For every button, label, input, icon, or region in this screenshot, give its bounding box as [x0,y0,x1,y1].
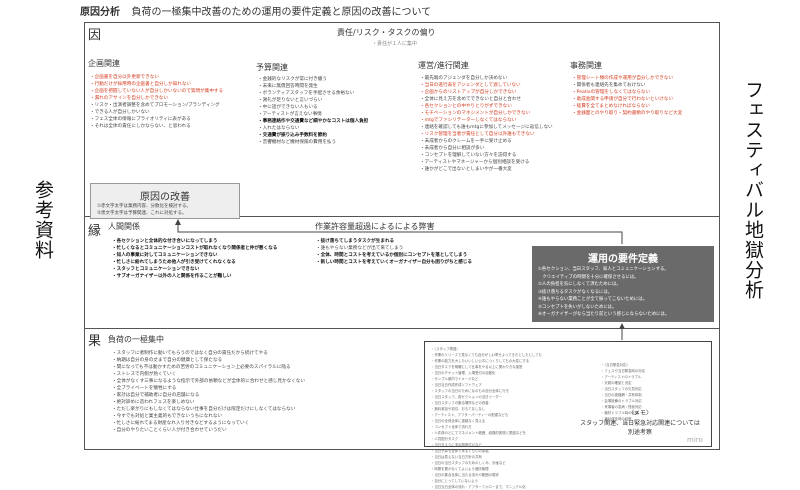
arrow-requirements-to-improvement [175,219,623,244]
list-item: 当日当日全体の流れ・アフターフォローまで、マニュアル化 [431,484,542,490]
flow-arrows [175,219,625,340]
